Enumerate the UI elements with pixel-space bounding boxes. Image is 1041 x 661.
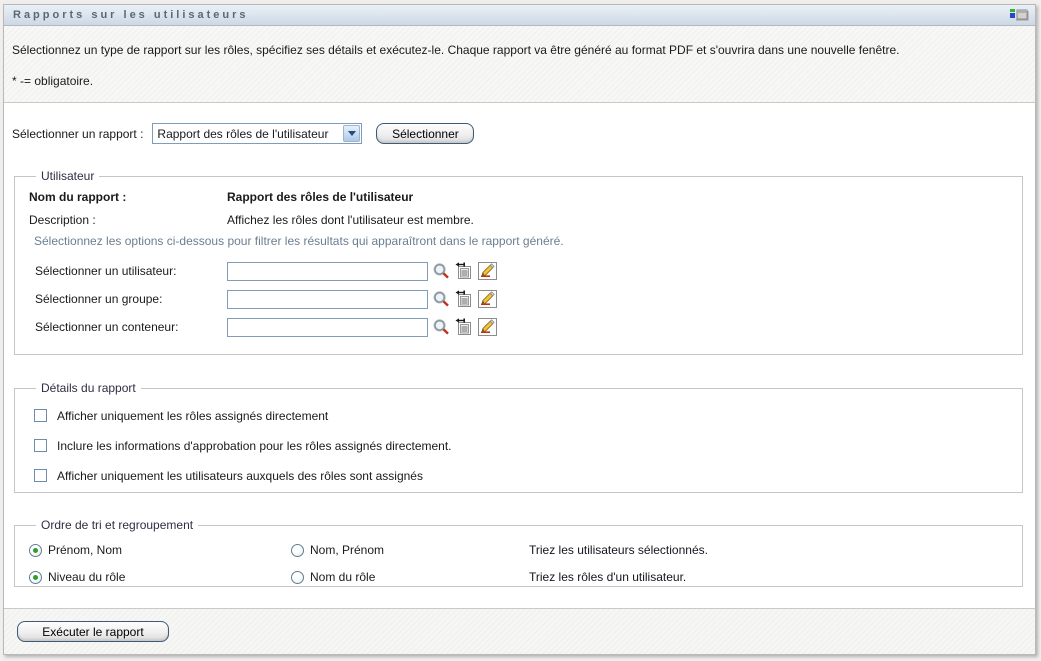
checkbox-row-users-with-roles: Afficher uniquement les utilisateurs aux… [34,468,1010,483]
reset-group-button[interactable] [477,290,497,309]
search-icon [433,291,449,307]
history-icon [455,318,471,335]
search-icon [433,263,449,279]
portlet-panel: Rapports sur les utilisateurs Sélectionn… [3,4,1036,655]
report-type-select[interactable]: Rapport des rôles de l'utilisateur [152,123,363,144]
fieldset-utilisateur-legend: Utilisateur [41,169,95,183]
fieldset-sort-order: Ordre de tri et regroupement Prénom, Nom… [14,518,1023,587]
report-select-row: Sélectionner un rapport : Rapport des rô… [12,123,1035,144]
filter-hint: Sélectionnez les options ci-dessous pour… [34,234,564,248]
radio-lastname-firstname-label: Nom, Prénom [310,543,385,557]
description-label: Description : [29,212,96,227]
footer-bar: Exécuter le rapport [4,608,1035,654]
reset-icon [477,290,497,308]
titlebar: Rapports sur les utilisateurs [4,5,1035,26]
selector-row-group: Sélectionner un groupe: [29,285,1010,313]
select-user-label: Sélectionner un utilisateur: [35,264,177,278]
sort-row-roles: Niveau du rôle Nom du rôle Triez les rôl… [29,566,1010,588]
report-name-label: Nom du rapport : [29,189,127,204]
history-icon [455,290,471,307]
select-group-input[interactable] [227,289,428,309]
intro-text: Sélectionnez un type de rapport sur les … [12,43,900,57]
restore-portlet-icon[interactable] [1009,8,1029,22]
description-value: Affichez les rôles dont l'utilisateur es… [227,212,474,227]
radio-role-name[interactable] [291,570,304,584]
radio-role-level[interactable] [29,570,42,584]
report-name-value: Rapport des rôles de l'utilisateur [227,189,414,204]
checkbox-approval-info[interactable] [34,439,47,452]
history-user-button[interactable] [454,262,474,281]
checkbox-row-approval-info: Inclure les informations d'approbation p… [34,438,1010,453]
history-icon [455,262,471,279]
fieldset-report-details: Détails du rapport Afficher uniquement l… [14,381,1023,493]
history-group-button[interactable] [454,290,474,309]
fieldset-details-legend: Détails du rapport [41,381,136,395]
radio-firstname-lastname[interactable] [29,543,42,557]
select-container-input[interactable] [227,317,428,337]
user-reports-page: Rapports sur les utilisateurs Sélectionn… [0,0,1041,661]
run-report-button[interactable]: Exécuter le rapport [17,621,169,642]
radio-role-name-label: Nom du rôle [310,570,376,584]
select-container-label: Sélectionner un conteneur: [35,320,179,334]
sort-users-hint: Triez les utilisateurs sélectionnés. [529,543,708,557]
search-container-button[interactable] [431,318,451,337]
report-select-label: Sélectionner un rapport : [12,126,144,141]
select-group-label: Sélectionner un groupe: [35,292,163,306]
history-container-button[interactable] [454,318,474,337]
chevron-down-icon[interactable] [343,125,361,142]
checkbox-direct-roles[interactable] [34,409,47,422]
intro-section: Sélectionnez un type de rapport sur les … [4,26,1035,103]
reset-container-button[interactable] [477,318,497,337]
selector-row-container: Sélectionner un conteneur: [29,313,1010,341]
select-user-input[interactable] [227,261,428,281]
required-note: * -= obligatoire. [12,74,94,88]
sort-roles-hint: Triez les rôles d'un utilisateur. [529,570,687,584]
checkbox-row-direct-roles: Afficher uniquement les rôles assignés d… [34,408,1010,423]
selector-row-user: Sélectionner un utilisateur: [29,257,1010,285]
page-title: Rapports sur les utilisateurs [13,9,249,21]
fieldset-sort-legend: Ordre de tri et regroupement [41,518,194,532]
reset-icon [477,262,497,280]
radio-lastname-firstname[interactable] [291,543,304,557]
radio-firstname-lastname-label: Prénom, Nom [48,543,123,557]
search-group-button[interactable] [431,290,451,309]
search-icon [433,319,449,335]
fieldset-utilisateur: Utilisateur Nom du rapport : Rapport des… [14,169,1023,355]
report-type-selected-value: Rapport des rôles de l'utilisateur [157,126,329,141]
sort-row-users: Prénom, Nom Nom, Prénom Triez les utilis… [29,539,1010,561]
checkbox-users-with-roles[interactable] [34,469,47,482]
checkbox-direct-roles-label: Afficher uniquement les rôles assignés d… [57,408,329,423]
search-user-button[interactable] [431,262,451,281]
checkbox-users-with-roles-label: Afficher uniquement les utilisateurs aux… [57,468,423,483]
reset-icon [477,318,497,336]
reset-user-button[interactable] [477,262,497,281]
radio-role-level-label: Niveau du rôle [48,570,126,584]
select-report-button[interactable]: Sélectionner [376,123,475,144]
checkbox-approval-info-label: Inclure les informations d'approbation p… [57,438,452,453]
